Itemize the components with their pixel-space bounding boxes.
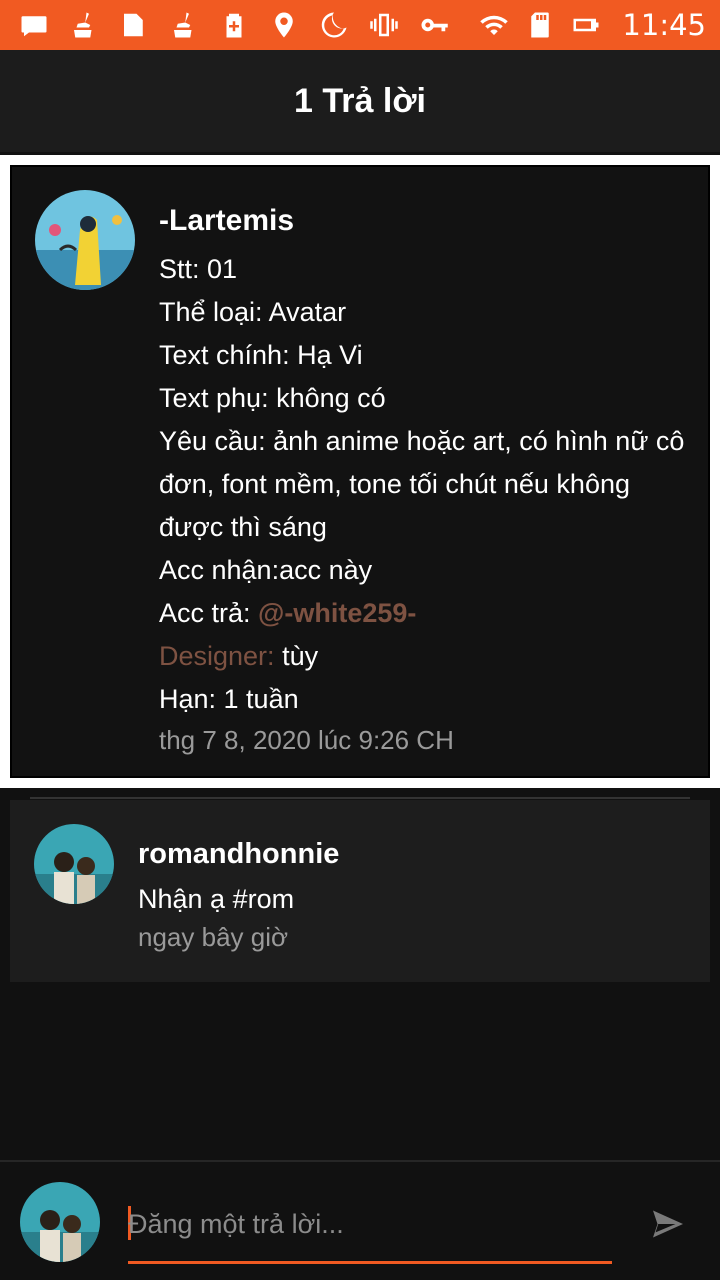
moon-icon — [318, 9, 350, 41]
post-line-designer: Designer: tùy — [159, 635, 699, 678]
battery-saver-icon — [218, 9, 250, 41]
header: 1 Trả lời — [0, 50, 720, 152]
cleaner-icon — [168, 9, 200, 41]
avatar — [20, 1182, 100, 1262]
send-icon — [653, 1210, 683, 1238]
page-title: 1 Trả lời — [294, 81, 426, 120]
reply-username[interactable]: romandhonnie — [138, 834, 678, 874]
post-username[interactable]: -Lartemis — [159, 202, 699, 240]
divider — [30, 797, 690, 799]
cleaner-icon — [68, 9, 100, 41]
wifi-icon — [478, 9, 510, 41]
post-line: Stt: 01 — [159, 254, 238, 284]
mention-link[interactable]: @-white259- — [258, 598, 416, 628]
original-post: -Lartemis Stt: 01 Thể loại: Avatar Text … — [0, 155, 720, 788]
designer-label: Designer: — [159, 641, 275, 671]
designer-value: tùy — [274, 641, 319, 671]
clock: 11:45 — [622, 8, 706, 42]
send-button[interactable] — [646, 1202, 690, 1246]
reply-timestamp: ngay bây giờ — [138, 922, 289, 952]
vibrate-icon — [368, 9, 400, 41]
reply-text: Nhận ạ #rom — [138, 884, 295, 914]
sd-card-icon — [524, 9, 556, 41]
reply-input[interactable] — [128, 1200, 612, 1248]
post-line: Text phụ: không có — [159, 383, 386, 413]
reply-item: romandhonnie Nhận ạ #rom ngay bây giờ — [10, 800, 710, 982]
reply-body: romandhonnie Nhận ạ #rom ngay bây giờ — [138, 834, 678, 956]
key-icon — [418, 9, 450, 41]
acc-tra-label: Acc trả: — [159, 598, 259, 628]
post-card: -Lartemis Stt: 01 Thể loại: Avatar Text … — [10, 165, 710, 778]
post-line: Thể loại: Avatar — [159, 297, 347, 327]
reply-composer — [0, 1160, 720, 1280]
message-icon — [18, 9, 50, 41]
gift-icon — [118, 9, 150, 41]
reply-input-wrapper — [128, 1198, 612, 1264]
post-line-acc-tra: Acc trả: @-white259- — [159, 592, 699, 635]
post-line: Hạn: 1 tuần — [159, 684, 299, 714]
location-icon — [268, 9, 300, 41]
status-bar: 11:45 — [0, 0, 720, 50]
avatar[interactable] — [35, 190, 135, 290]
post-body: -Lartemis Stt: 01 Thể loại: Avatar Text … — [159, 202, 699, 759]
avatar[interactable] — [34, 824, 114, 904]
post-timestamp: thg 7 8, 2020 lúc 9:26 CH — [159, 725, 454, 755]
post-line: Yêu cầu: ảnh anime hoặc art, có hình nữ … — [159, 426, 685, 542]
post-line: Text chính: Hạ Vi — [159, 340, 363, 370]
battery-icon — [570, 9, 602, 41]
post-line: Acc nhận:acc này — [159, 555, 373, 585]
